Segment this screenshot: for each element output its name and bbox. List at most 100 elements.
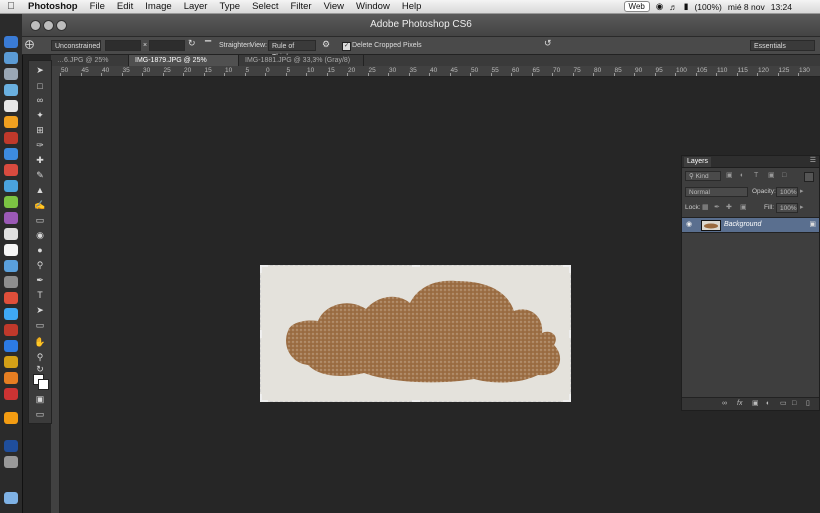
crop-ratio-select[interactable]: Unconstrained: [51, 40, 101, 51]
crop-handle[interactable]: [260, 265, 262, 273]
opacity-dropdown-icon[interactable]: ▸: [800, 187, 804, 197]
app-icon[interactable]: [4, 324, 18, 336]
app-icon[interactable]: [4, 164, 18, 176]
hand-tool-icon[interactable]: ✋: [34, 337, 46, 348]
rectangle-tool-icon[interactable]: ▭: [34, 320, 46, 331]
screen-mode-icon[interactable]: ▭: [34, 409, 46, 420]
filter-pixel-icon[interactable]: ▣: [726, 171, 733, 181]
menu-time[interactable]: 13:24: [771, 2, 792, 12]
app-icon[interactable]: [4, 116, 18, 128]
reset-icon[interactable]: ↺: [544, 38, 552, 49]
filter-toggle[interactable]: [804, 172, 814, 182]
app-icon[interactable]: [4, 212, 18, 224]
menu-date[interactable]: mié 8 nov: [728, 2, 765, 12]
crop-tool-icon[interactable]: ⊞: [34, 125, 46, 136]
add-mask-icon[interactable]: ▣: [752, 399, 759, 409]
crop-handle[interactable]: [260, 394, 262, 402]
filter-type-icon[interactable]: T: [754, 171, 758, 181]
overlay-view-select[interactable]: Rule of Thirds: [268, 40, 316, 61]
close-window-button[interactable]: [30, 20, 41, 31]
crop-handle[interactable]: [412, 265, 420, 267]
paint-bucket-icon[interactable]: ◉: [34, 230, 46, 241]
adjustment-layer-icon[interactable]: ◐: [766, 399, 770, 409]
workspace-select[interactable]: Essentials: [750, 40, 815, 51]
layer-style-icon[interactable]: fx: [737, 399, 742, 409]
tab-document-2[interactable]: IMG-1879.JPG @ 25% (RGB/8) *: [129, 55, 239, 75]
menu-edit[interactable]: Edit: [111, 1, 139, 12]
app-icon[interactable]: [4, 148, 18, 160]
crop-handle[interactable]: [412, 400, 420, 402]
finder-icon[interactable]: [4, 36, 18, 48]
quick-mask-icon[interactable]: ▣: [34, 394, 46, 405]
lock-transparent-icon[interactable]: ▦: [702, 203, 709, 213]
layer-filter-kind-select[interactable]: ⚲ Kind: [685, 171, 721, 181]
crop-height-input[interactable]: [149, 40, 185, 51]
link-layers-icon[interactable]: ∞: [722, 399, 727, 409]
opacity-input[interactable]: 100%: [776, 187, 798, 197]
dodge-tool-icon[interactable]: ⚲: [34, 260, 46, 271]
app-icon[interactable]: [4, 244, 18, 256]
app-icon[interactable]: [4, 340, 18, 352]
tab-document-3[interactable]: IMG-1881.JPG @ 33,3% (Gray/8): [239, 55, 364, 66]
crop-handle[interactable]: [569, 330, 571, 338]
gear-icon[interactable]: ⚙: [322, 39, 330, 50]
crop-width-input[interactable]: [105, 40, 141, 51]
filter-adjustment-icon[interactable]: ◐: [740, 171, 744, 181]
blend-mode-select[interactable]: Normal: [685, 187, 748, 197]
type-tool-icon[interactable]: T: [34, 290, 46, 301]
wifi-icon[interactable]: ◉: [656, 1, 663, 12]
delete-cropped-label[interactable]: Delete Cropped Pixels: [352, 40, 422, 51]
app-icon[interactable]: [4, 372, 18, 384]
swap-dimensions-icon[interactable]: ×: [143, 40, 147, 51]
tab-document-1[interactable]: …6.JPG @ 25% (RGB/8): [51, 55, 129, 75]
zoom-tool-icon[interactable]: ⚲: [34, 352, 46, 363]
crop-handle[interactable]: [569, 394, 571, 402]
pen-tool-icon[interactable]: ✒: [34, 275, 46, 286]
path-selection-icon[interactable]: ➤: [34, 305, 46, 316]
clear-rotate-icon[interactable]: ↻: [188, 38, 196, 49]
tab-layers[interactable]: Layers: [684, 157, 712, 167]
app-icon[interactable]: [4, 84, 18, 96]
straighten-icon[interactable]: ▔: [205, 40, 211, 51]
zoom-window-button[interactable]: [56, 20, 67, 31]
battery-icon[interactable]: ▮: [684, 1, 689, 12]
apple-icon[interactable]: : [0, 1, 22, 12]
menu-help[interactable]: Help: [396, 1, 428, 12]
clone-stamp-icon[interactable]: ▲: [34, 185, 46, 196]
app-icon[interactable]: [4, 228, 18, 240]
app-icon[interactable]: [4, 260, 18, 272]
menu-type[interactable]: Type: [213, 1, 246, 12]
lock-position-icon[interactable]: ✚: [726, 203, 732, 213]
trash-icon[interactable]: [4, 492, 18, 504]
lock-all-icon[interactable]: ▣: [740, 203, 747, 213]
history-brush-icon[interactable]: ✍: [34, 200, 46, 211]
menu-app-name[interactable]: Photoshop: [22, 1, 84, 12]
app-icon[interactable]: [4, 388, 18, 400]
healing-brush-icon[interactable]: ✚: [34, 155, 46, 166]
crop-bounding-box[interactable]: [260, 265, 571, 402]
quick-selection-icon[interactable]: ✦: [34, 110, 46, 121]
illustrator-icon[interactable]: [4, 412, 18, 424]
menu-filter[interactable]: Filter: [284, 1, 317, 12]
app-icon[interactable]: [4, 456, 18, 468]
minimize-window-button[interactable]: [43, 20, 54, 31]
crop-handle[interactable]: [260, 330, 262, 338]
layer-row-background[interactable]: ◉ Background ▣: [682, 217, 819, 233]
layer-name[interactable]: Background: [724, 220, 761, 230]
move-tool-icon[interactable]: ➤: [34, 65, 46, 76]
delete-cropped-checkbox[interactable]: ✓: [342, 42, 351, 51]
fill-input[interactable]: 100%: [776, 203, 798, 213]
menu-select[interactable]: Select: [246, 1, 284, 12]
menu-window[interactable]: Window: [350, 1, 396, 12]
eraser-icon[interactable]: ▭: [34, 215, 46, 226]
delete-layer-icon[interactable]: ▯: [806, 399, 810, 409]
fill-dropdown-icon[interactable]: ▸: [800, 203, 804, 213]
filter-shape-icon[interactable]: ▣: [768, 171, 775, 181]
app-icon[interactable]: [4, 180, 18, 192]
lock-image-icon[interactable]: ✒: [714, 203, 720, 213]
photoshop-icon[interactable]: [4, 440, 18, 452]
visibility-eye-icon[interactable]: ◉: [686, 220, 692, 230]
menu-layer[interactable]: Layer: [178, 1, 214, 12]
background-color-swatch[interactable]: [38, 379, 49, 390]
eyedropper-icon[interactable]: ✑: [34, 140, 46, 151]
